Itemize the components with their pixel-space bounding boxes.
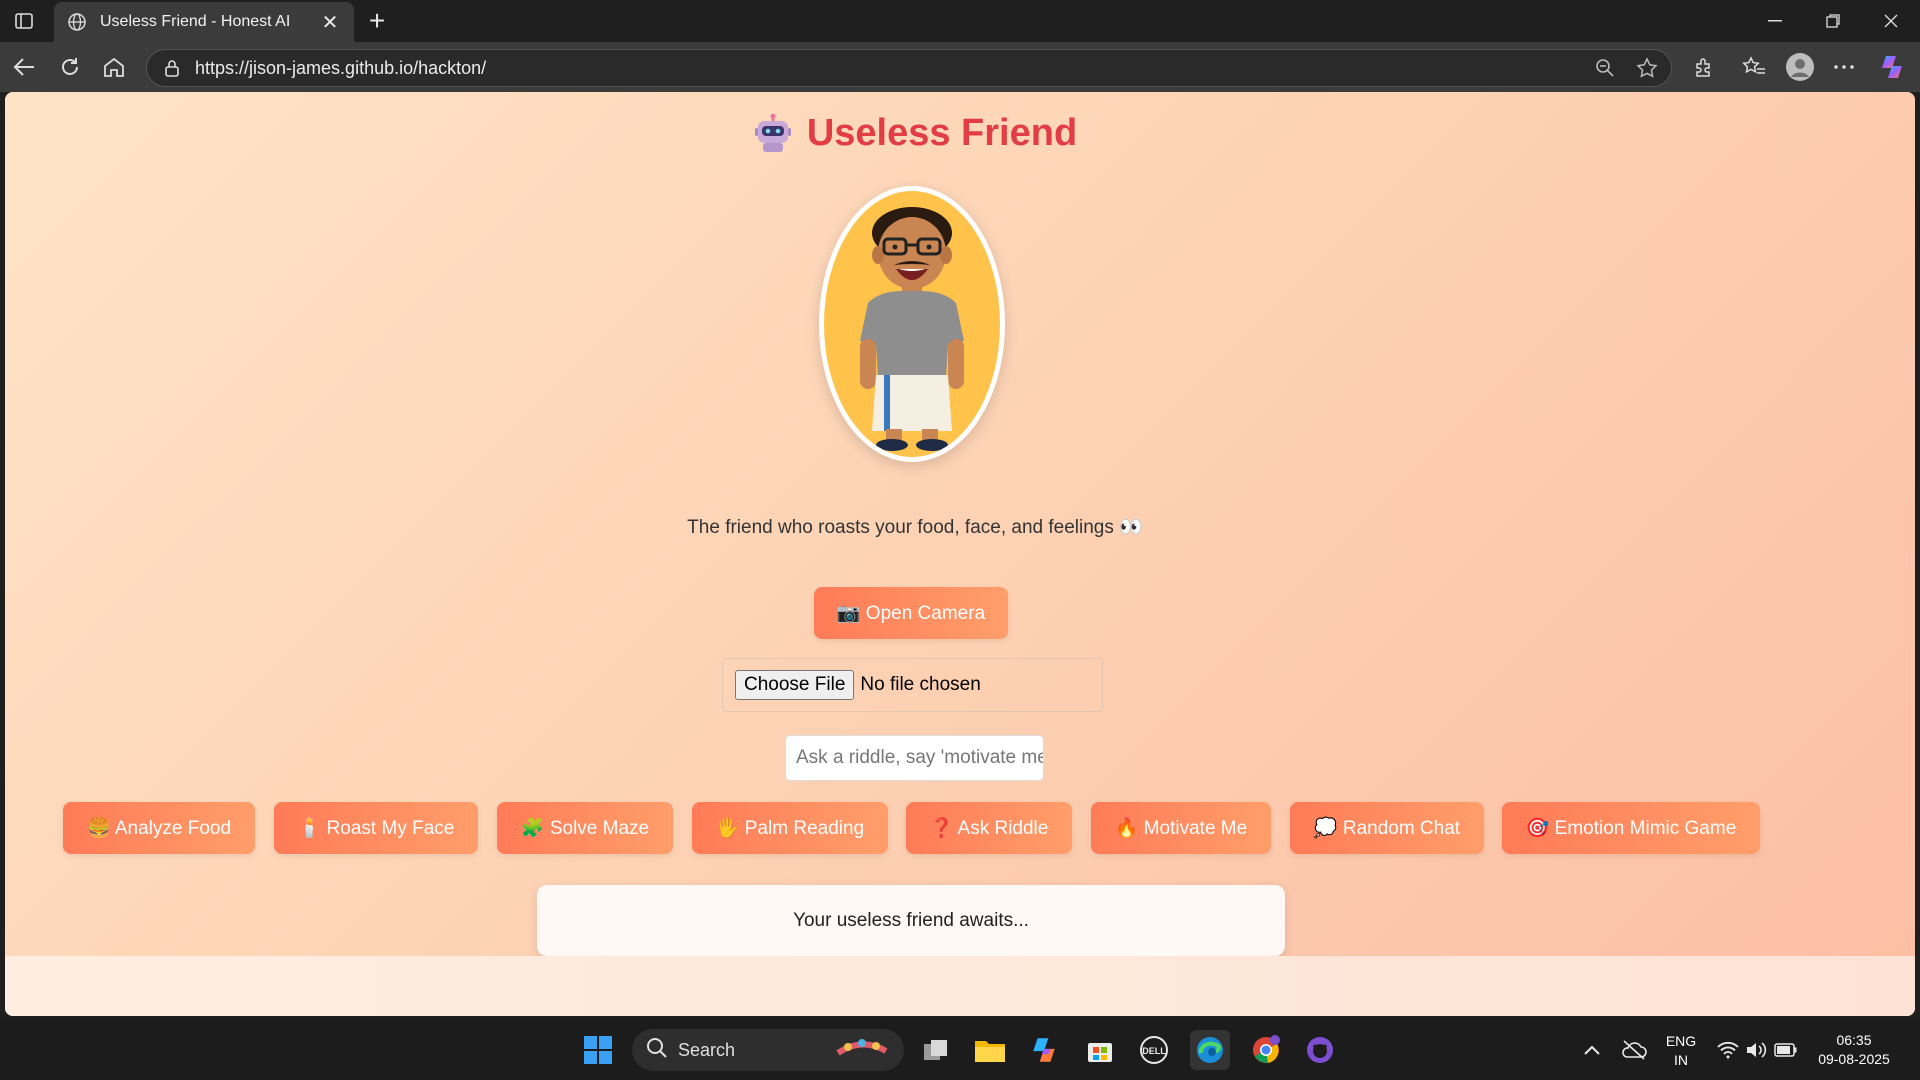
home-icon[interactable] bbox=[98, 51, 130, 83]
language-indicator[interactable]: ENG IN bbox=[1660, 1032, 1702, 1070]
file-status-text: No file chosen bbox=[860, 674, 981, 695]
app-page: Useless Friend The friend who roasts you… bbox=[5, 92, 1915, 956]
copilot-icon[interactable] bbox=[1876, 51, 1908, 83]
palm-reading-button[interactable]: 🖐️ Palm Reading bbox=[692, 802, 888, 854]
copilot-app-icon[interactable] bbox=[1024, 1030, 1064, 1070]
taskbar-search-label: Search bbox=[678, 1039, 736, 1060]
query-input[interactable]: Ask a riddle, say 'motivate me', or anyt… bbox=[785, 735, 1044, 781]
chrome-icon[interactable] bbox=[1246, 1030, 1286, 1070]
page-title: Useless Friend bbox=[5, 112, 1825, 155]
open-camera-button[interactable]: 📷 Open Camera bbox=[814, 587, 1008, 639]
output-message-box: Your useless friend awaits... bbox=[537, 885, 1285, 956]
microsoft-store-icon[interactable] bbox=[1080, 1030, 1120, 1070]
edge-browser-icon[interactable] bbox=[1190, 1030, 1230, 1070]
browser-tab[interactable]: Useless Friend - Honest AI ✕ bbox=[54, 2, 354, 42]
ask-riddle-button[interactable]: ❓ Ask Riddle bbox=[906, 802, 1072, 854]
clock-time: 06:35 bbox=[1836, 1032, 1872, 1048]
favorites-icon[interactable] bbox=[1738, 51, 1770, 83]
cloud-offline-icon[interactable] bbox=[1614, 1030, 1654, 1070]
taskbar-search-box[interactable]: Search bbox=[632, 1029, 904, 1071]
github-icon[interactable] bbox=[1300, 1030, 1340, 1070]
clock-date: 09-08-2025 bbox=[1818, 1051, 1890, 1067]
refresh-icon[interactable] bbox=[54, 51, 86, 83]
roast-my-face-button[interactable]: 🕯️ Roast My Face bbox=[274, 802, 478, 854]
choose-file-button[interactable]: Choose File bbox=[735, 670, 855, 700]
file-explorer-icon[interactable] bbox=[970, 1030, 1010, 1070]
windows-taskbar: Search DELL ENG IN 06:35 09-08-2025 bbox=[0, 1020, 1920, 1080]
solve-maze-button[interactable]: 🧩 Solve Maze bbox=[497, 802, 673, 854]
tab-actions-icon[interactable] bbox=[10, 8, 38, 34]
zoom-out-icon[interactable] bbox=[1587, 50, 1623, 86]
dell-icon[interactable]: DELL bbox=[1134, 1030, 1174, 1070]
lock-icon[interactable] bbox=[161, 57, 183, 79]
new-tab-button[interactable]: + bbox=[362, 5, 392, 36]
favorite-star-icon[interactable] bbox=[1629, 50, 1665, 86]
globe-icon bbox=[66, 11, 88, 33]
page-bottom-area bbox=[5, 956, 1915, 1016]
search-highlight-icon bbox=[834, 1033, 890, 1068]
region-code: IN bbox=[1674, 1052, 1688, 1068]
more-options-icon[interactable] bbox=[1828, 51, 1860, 83]
windows-start-icon[interactable] bbox=[578, 1030, 618, 1070]
profile-avatar-icon[interactable] bbox=[1784, 51, 1816, 83]
back-arrow-icon[interactable] bbox=[8, 51, 40, 83]
random-chat-button[interactable]: 💭 Random Chat bbox=[1290, 802, 1484, 854]
url-text[interactable]: https://jison-james.github.io/hackton/ bbox=[195, 58, 1587, 79]
minimize-icon[interactable] bbox=[1752, 6, 1798, 36]
address-bar[interactable]: https://jison-james.github.io/hackton/ bbox=[146, 49, 1672, 87]
tab-title: Useless Friend - Honest AI bbox=[100, 13, 291, 30]
svg-text:DELL: DELL bbox=[1142, 1046, 1166, 1056]
cartoon-friend-avatar bbox=[819, 186, 1005, 462]
task-view-icon[interactable] bbox=[916, 1030, 956, 1070]
close-tab-icon[interactable]: ✕ bbox=[318, 10, 342, 34]
emotion-mimic-game-button[interactable]: 🎯 Emotion Mimic Game bbox=[1502, 802, 1760, 854]
search-icon bbox=[646, 1037, 668, 1064]
restore-icon[interactable] bbox=[1810, 6, 1856, 36]
clock[interactable]: 06:35 09-08-2025 bbox=[1806, 1031, 1902, 1069]
page-viewport: Useless Friend The friend who roasts you… bbox=[5, 92, 1915, 1016]
close-window-icon[interactable] bbox=[1868, 6, 1914, 36]
tagline: The friend who roasts your food, face, a… bbox=[687, 517, 1143, 538]
analyze-food-button[interactable]: 🍔 Analyze Food bbox=[63, 802, 255, 854]
language-code: ENG bbox=[1665, 1033, 1697, 1049]
file-upload-field[interactable]: Choose File No file chosen bbox=[722, 658, 1103, 712]
extensions-icon[interactable] bbox=[1688, 51, 1720, 83]
robot-icon bbox=[753, 113, 793, 154]
browser-toolbar: https://jison-james.github.io/hackton/ bbox=[0, 42, 1920, 92]
chevron-up-icon[interactable] bbox=[1572, 1030, 1612, 1070]
motivate-me-button[interactable]: 🔥 Motivate Me bbox=[1091, 802, 1271, 854]
app-title-text: Useless Friend bbox=[806, 112, 1078, 154]
browser-titlebar: Useless Friend - Honest AI ✕ + bbox=[0, 0, 1920, 42]
battery-icon[interactable] bbox=[1766, 1030, 1806, 1070]
